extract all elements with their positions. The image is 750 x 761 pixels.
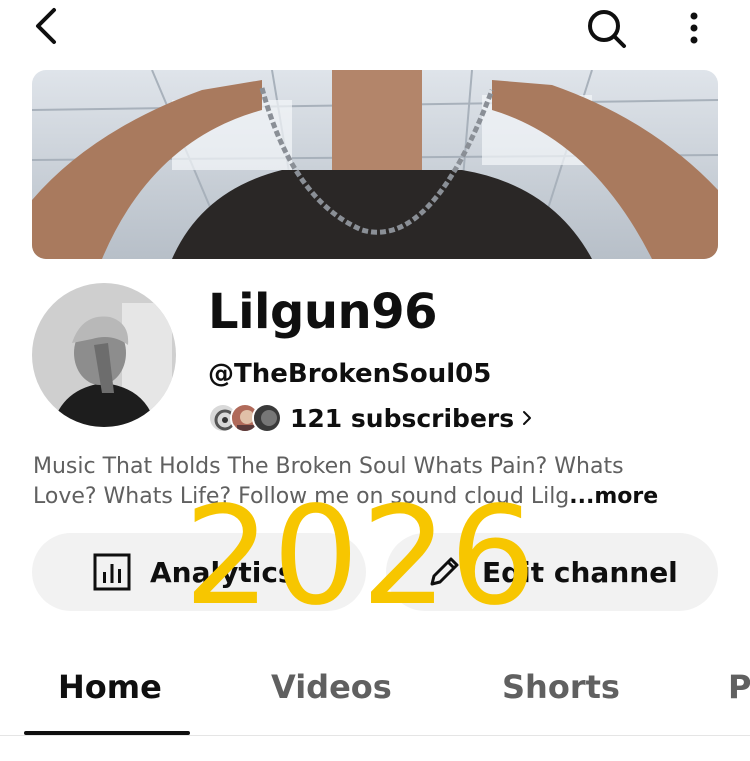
description-line: Love? Whats Life? Follow me on sound clo… — [33, 482, 723, 512]
description-line: Music That Holds The Broken Soul Whats P… — [33, 454, 624, 479]
channel-name: Lilgun96 — [208, 284, 438, 340]
back-arrow-icon[interactable] — [28, 6, 68, 46]
pencil-icon — [430, 557, 459, 586]
tab-home[interactable]: Home — [58, 668, 162, 706]
tab-playlists[interactable]: P — [728, 668, 750, 706]
subscribers-row[interactable]: 121 subscribers — [208, 400, 534, 436]
more-link[interactable]: ...more — [569, 484, 658, 509]
edit-channel-button[interactable]: Edit channel — [386, 533, 718, 611]
tab-shorts[interactable]: Shorts — [502, 668, 620, 706]
tabs-divider — [0, 735, 750, 736]
channel-handle: @TheBrokenSoul05 — [208, 359, 492, 389]
edit-channel-label: Edit channel — [482, 555, 678, 589]
channel-tabs: Home Videos Shorts P — [0, 654, 750, 736]
channel-banner[interactable] — [32, 70, 718, 259]
subscriber-avatar — [252, 403, 282, 433]
more-vertical-icon[interactable] — [680, 8, 708, 48]
channel-avatar[interactable] — [32, 283, 176, 427]
analytics-label: Analytics — [150, 555, 295, 589]
analytics-button[interactable]: Analytics — [32, 533, 366, 611]
subscriber-avatars — [208, 401, 286, 435]
subscriber-count: 121 subscribers — [290, 403, 515, 433]
channel-description[interactable]: Music That Holds The Broken Soul Whats P… — [33, 452, 723, 512]
description-text: Love? Whats Life? Follow me on sound clo… — [33, 484, 570, 509]
search-icon[interactable] — [582, 4, 630, 52]
top-bar — [0, 0, 750, 60]
chevron-right-icon — [523, 411, 532, 425]
tab-videos[interactable]: Videos — [271, 668, 392, 706]
analytics-icon — [93, 553, 131, 591]
